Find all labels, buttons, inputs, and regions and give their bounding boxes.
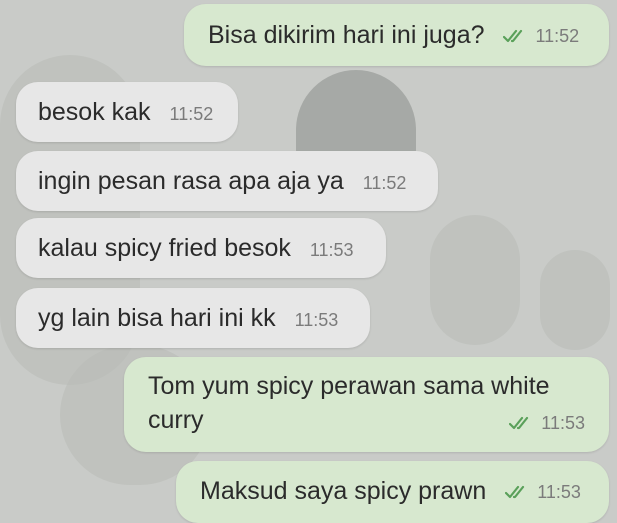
incoming-message-bubble[interactable]: ingin pesan rasa apa aja ya 11:52 [16, 151, 438, 211]
message-text: kalau spicy fried besok [38, 234, 291, 262]
message-text: ingin pesan rasa apa aja ya [38, 167, 344, 195]
double-check-icon [505, 485, 531, 499]
incoming-message-bubble[interactable]: besok kak 11:52 [16, 82, 238, 142]
message-text: yg lain bisa hari ini kk [38, 304, 276, 332]
message-time: 11:53 [309, 240, 354, 260]
incoming-message-bubble[interactable]: yg lain bisa hari ini kk 11:53 [16, 288, 370, 348]
outgoing-message-bubble[interactable]: Bisa dikirim hari ini juga? 11:52 [184, 4, 609, 66]
message-text: Maksud saya spicy prawn [200, 477, 487, 505]
message-text: Bisa dikirim hari ini juga? [208, 21, 485, 49]
message-time: 11:53 [541, 413, 585, 433]
message-time: 11:52 [535, 26, 580, 46]
double-check-icon [503, 29, 529, 43]
chat-message-list[interactable]: Bisa dikirim hari ini juga? 11:52 besok … [0, 0, 617, 523]
message-time: 11:52 [362, 173, 407, 193]
message-time: 11:53 [294, 310, 339, 330]
outgoing-message-bubble[interactable]: Maksud saya spicy prawn 11:53 [176, 461, 609, 523]
message-time: 11:52 [169, 104, 214, 124]
message-time: 11:53 [537, 482, 581, 502]
incoming-message-bubble[interactable]: kalau spicy fried besok 11:53 [16, 218, 386, 278]
message-text: besok kak [38, 98, 151, 126]
double-check-icon [509, 416, 535, 430]
outgoing-message-bubble[interactable]: Tom yum spicy perawan sama white curry 1… [124, 357, 609, 452]
